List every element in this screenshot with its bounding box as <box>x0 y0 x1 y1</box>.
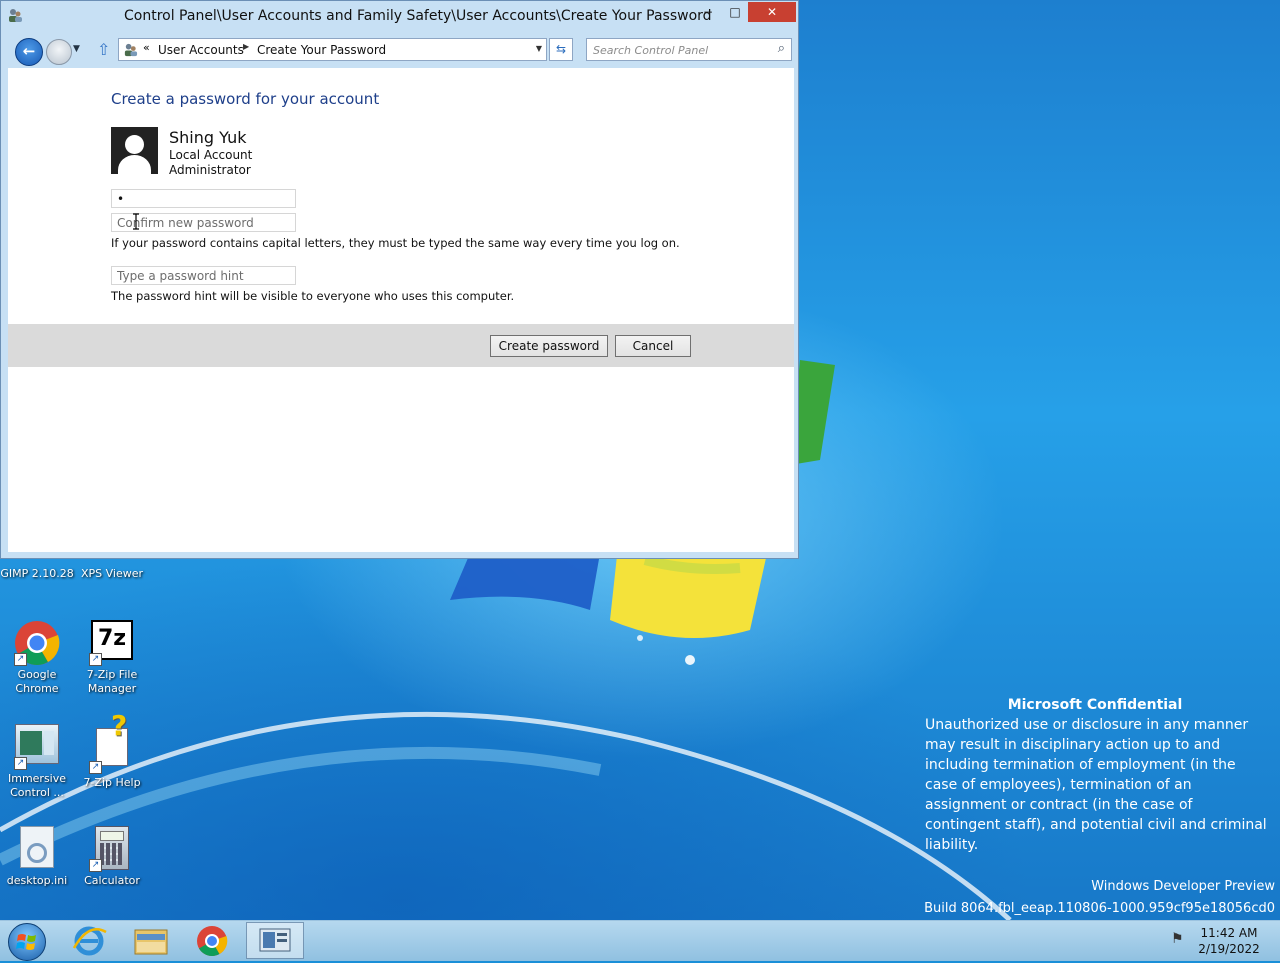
desktop-icon-label: 7-Zip File Manager <box>86 668 138 695</box>
hint-note: The password hint will be visible to eve… <box>111 289 515 303</box>
7zip-icon: 7z ↗ <box>89 620 135 666</box>
control-panel-icon <box>123 42 138 57</box>
desktop-icon-calculator[interactable]: ↗ Calculator <box>75 826 149 888</box>
desktop-icon-7zip-file-manager[interactable]: 7z ↗ 7-Zip File Manager <box>75 620 149 696</box>
account-role: Administrator <box>169 163 251 177</box>
clock-date: 2/19/2022 <box>1198 942 1260 956</box>
up-arrow-icon: ⇧ <box>97 40 111 59</box>
breadcrumb-create-your-password[interactable]: Create Your Password <box>257 43 386 57</box>
taskbar-file-explorer[interactable] <box>121 922 179 959</box>
close-button[interactable]: ✕ <box>748 2 796 22</box>
search-icon[interactable]: ⌕ <box>778 41 785 56</box>
text-cursor-icon <box>133 213 139 230</box>
breadcrumb-overflow[interactable]: « <box>143 41 150 54</box>
calculator-icon: ↗ <box>89 826 135 872</box>
maximize-button[interactable]: □ <box>722 2 748 22</box>
account-type: Local Account <box>169 148 253 162</box>
desktop-icon-xps-viewer[interactable]: XPS Viewer <box>75 567 149 581</box>
back-arrow-icon: ← <box>22 42 36 60</box>
caps-note: If your password contains capital letter… <box>111 236 680 250</box>
start-button[interactable] <box>8 923 46 961</box>
control-panel-window: Control Panel\User Accounts and Family S… <box>0 0 799 559</box>
chrome-icon <box>197 926 228 957</box>
recent-pages-button[interactable]: ▼ <box>73 44 80 54</box>
folder-icon <box>134 929 168 955</box>
confidential-notice: Microsoft Confidential Unauthorized use … <box>920 695 1270 855</box>
refresh-icon: ⇆ <box>555 42 567 56</box>
chrome-icon: ↗ <box>14 620 60 666</box>
desktop-icon-desktop-ini[interactable]: desktop.ini <box>0 826 74 888</box>
main-content: Create a password for your account Shing… <box>8 68 794 552</box>
confidential-body: Unauthorized use or disclosure in any ma… <box>925 717 1267 853</box>
system-clock[interactable]: 11:42 AM 2/19/2022 <box>1196 925 1262 957</box>
action-center-icon[interactable]: ⚑ <box>1171 931 1184 947</box>
taskbar-google-chrome[interactable] <box>183 922 241 959</box>
desktop-icon-label: XPS Viewer <box>80 567 144 580</box>
build-watermark: Windows Developer Preview Build 8064.fbl… <box>924 876 1275 920</box>
desktop-icon-label: Immersive Control ... <box>7 772 67 799</box>
navigation-bar: ← ▼ ⇧ « User Accounts ▶ Create Your Pass… <box>1 34 798 66</box>
minimize-button[interactable]: − <box>695 2 721 22</box>
address-dropdown-icon[interactable]: ▼ <box>536 44 542 53</box>
forward-button[interactable] <box>46 39 72 65</box>
desktop-icon-immersive-control[interactable]: ↗ Immersive Control ... <box>0 724 74 800</box>
search-input[interactable] <box>591 41 765 60</box>
help-file-icon: ? ↗ <box>89 712 135 774</box>
cancel-button[interactable]: Cancel <box>615 335 691 357</box>
user-accounts-icon <box>7 7 23 23</box>
control-panel-icon: ↗ <box>14 724 60 770</box>
new-password-field[interactable] <box>111 189 296 208</box>
watermark-line1: Windows Developer Preview <box>1091 879 1275 894</box>
watermark-line2: Build 8064.fbl_eeap.110806-1000.959cf95e… <box>924 901 1275 916</box>
title-bar[interactable]: Control Panel\User Accounts and Family S… <box>1 1 798 31</box>
confidential-heading: Microsoft Confidential <box>1007 697 1183 713</box>
desktop-icon-label: Google Chrome <box>15 668 59 695</box>
up-button[interactable]: ⇧ <box>97 40 110 59</box>
settings-file-icon <box>14 826 60 872</box>
desktop-icon-label: desktop.ini <box>6 874 68 887</box>
desktop-icon-label: GIMP 2.10.28 <box>0 567 74 580</box>
user-avatar <box>111 127 158 174</box>
page-title: Create a password for your account <box>111 90 380 108</box>
control-panel-icon <box>259 928 291 952</box>
button-bar: Create password Cancel <box>8 324 794 367</box>
chevron-down-icon: ▼ <box>73 44 80 54</box>
address-bar[interactable]: « User Accounts ▶ Create Your Password ▼ <box>118 38 547 61</box>
breadcrumb-separator-icon[interactable]: ▶ <box>243 42 249 51</box>
refresh-button[interactable]: ⇆ <box>549 38 573 61</box>
breadcrumb-user-accounts[interactable]: User Accounts <box>158 43 244 57</box>
desktop-icon-label: Calculator <box>84 874 140 887</box>
clock-time: 11:42 AM <box>1200 926 1258 940</box>
back-button[interactable]: ← <box>15 38 43 66</box>
window-title: Control Panel\User Accounts and Family S… <box>124 8 712 24</box>
desktop-icon-label: 7-Zip Help <box>83 776 141 789</box>
desktop-icon-7zip-help[interactable]: ? ↗ 7-Zip Help <box>75 712 149 790</box>
user-name: Shing Yuk <box>169 128 247 147</box>
desktop-icon-google-chrome[interactable]: ↗ Google Chrome <box>0 620 74 696</box>
windows-logo-icon <box>16 934 36 950</box>
taskbar: ⚑ 11:42 AM 2/19/2022 <box>0 920 1280 961</box>
taskbar-internet-explorer[interactable] <box>60 922 118 959</box>
password-hint-field[interactable] <box>111 266 296 285</box>
desktop-icon-gimp[interactable]: GIMP 2.10.28 <box>0 567 74 581</box>
internet-explorer-icon <box>72 926 107 956</box>
taskbar-control-panel[interactable] <box>246 922 304 959</box>
search-box[interactable]: ⌕ <box>586 38 792 61</box>
create-password-button[interactable]: Create password <box>490 335 608 357</box>
